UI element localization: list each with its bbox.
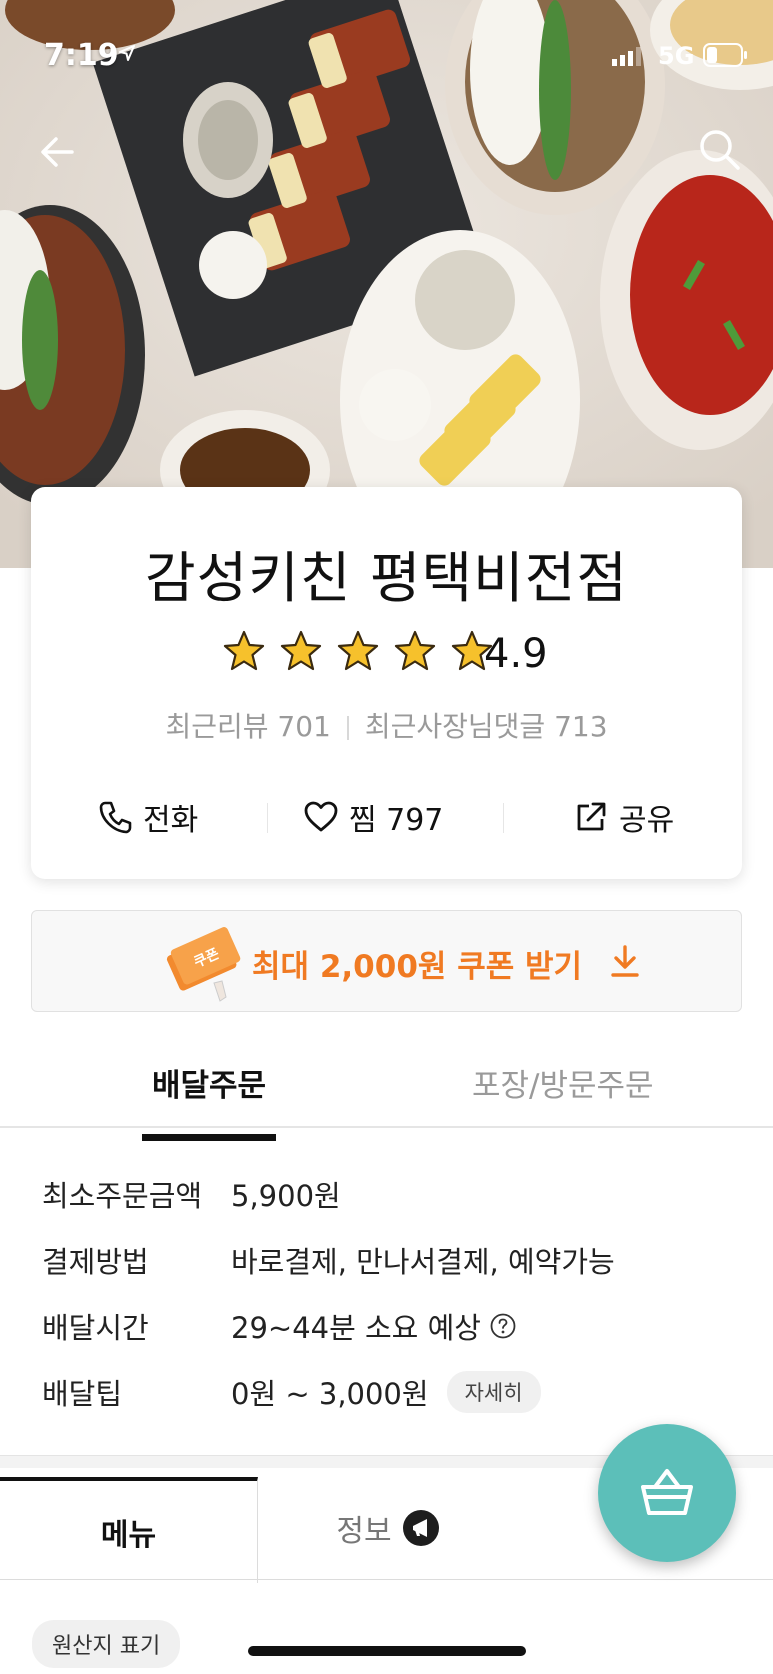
cart-button[interactable] bbox=[598, 1424, 736, 1562]
delivery-tip-row: 배달팁 0원 ~ 3,000원 자세히 bbox=[42, 1368, 541, 1416]
owner-replies-link[interactable]: 최근사장님댓글 713 bbox=[365, 710, 608, 743]
share-label: 공유 bbox=[619, 803, 675, 838]
phone-icon bbox=[99, 801, 132, 834]
delivery-time-value-wrap: 29~44분 소요 예상 bbox=[231, 1305, 517, 1347]
payment-value: 바로결제, 만나서결제, 예약가능 bbox=[231, 1245, 615, 1279]
share-icon bbox=[577, 802, 606, 831]
min-order-key: 최소주문금액 bbox=[42, 1179, 203, 1213]
coupon-label: 최대 2,000원 쿠폰 받기 bbox=[252, 949, 583, 985]
active-tab-indicator bbox=[142, 1134, 277, 1141]
tab-info[interactable]: 정보 bbox=[258, 1477, 518, 1579]
tab-menu[interactable]: 메뉴 bbox=[0, 1477, 258, 1583]
basket-icon bbox=[641, 1469, 693, 1515]
back-button[interactable] bbox=[34, 128, 82, 176]
min-order-value: 5,900원 bbox=[231, 1179, 341, 1213]
help-icon[interactable] bbox=[489, 1312, 517, 1340]
call-button[interactable]: 전화 bbox=[97, 789, 198, 845]
signal-icon bbox=[612, 47, 641, 66]
review-summary: 최근리뷰 701 최근사장님댓글 713 bbox=[31, 705, 742, 745]
megaphone-icon bbox=[402, 1510, 439, 1546]
share-button[interactable]: 공유 bbox=[573, 789, 674, 845]
coupon-banner[interactable]: 쿠폰 최대 2,000원 쿠폰 받기 bbox=[31, 910, 742, 1012]
heart-icon bbox=[304, 801, 338, 832]
payment-key: 결제방법 bbox=[42, 1245, 149, 1279]
delivery-time-row: 배달시간 29~44분 소요 예상 bbox=[42, 1302, 517, 1350]
search-icon bbox=[700, 130, 740, 170]
tab-delivery-label: 배달주문 bbox=[152, 1068, 267, 1104]
origin-label-chip[interactable]: 원산지 표기 bbox=[32, 1620, 181, 1668]
favorite-label: 찜 797 bbox=[349, 803, 444, 838]
search-button[interactable] bbox=[694, 124, 746, 176]
payment-row: 결제방법 바로결제, 만나서결제, 예약가능 bbox=[42, 1236, 615, 1284]
home-indicator bbox=[248, 1646, 526, 1656]
store-info-card: 감성키친 평택비전점 4.9 최근리뷰 701 최근사장님댓글 713 전화 찜 … bbox=[31, 487, 742, 879]
star-icon bbox=[394, 630, 436, 671]
min-order-row: 최소주문금액 5,900원 bbox=[42, 1170, 341, 1218]
tab-pickup-label: 포장/방문주문 bbox=[472, 1068, 654, 1104]
divider bbox=[503, 803, 504, 833]
download-arrow-icon bbox=[611, 945, 639, 977]
coupon-ticket-icon: 쿠폰 bbox=[166, 927, 241, 1002]
order-type-tabs: 배달주문 포장/방문주문 bbox=[0, 1032, 773, 1141]
recent-reviews-link[interactable]: 최근리뷰 701 bbox=[165, 710, 330, 743]
store-actions: 전화 찜 797 공유 bbox=[31, 789, 742, 845]
delivery-tip-key: 배달팁 bbox=[42, 1377, 123, 1411]
star-icon bbox=[280, 630, 322, 671]
network-type: 5G bbox=[658, 42, 695, 70]
location-arrow-icon bbox=[119, 45, 135, 61]
status-time: 7:19 bbox=[44, 38, 119, 73]
tab-info-label: 정보 bbox=[336, 1514, 392, 1549]
tab-pickup[interactable]: 포장/방문주문 bbox=[472, 1060, 654, 1105]
delivery-tip-value-wrap: 0원 ~ 3,000원 자세히 bbox=[231, 1371, 541, 1413]
call-label: 전화 bbox=[143, 803, 199, 838]
divider bbox=[346, 716, 349, 740]
star-icon bbox=[223, 630, 265, 671]
tip-detail-button[interactable]: 자세히 bbox=[446, 1371, 541, 1413]
divider bbox=[267, 803, 268, 833]
status-bar: 7:19 5G bbox=[0, 0, 773, 110]
store-name: 감성키친 평택비전점 bbox=[145, 546, 628, 610]
tab-menu-label: 메뉴 bbox=[100, 1518, 157, 1553]
tab-delivery[interactable]: 배달주문 bbox=[142, 1060, 277, 1141]
battery-icon bbox=[703, 43, 747, 67]
back-arrow-icon bbox=[41, 137, 74, 167]
delivery-time-key: 배달시간 bbox=[42, 1311, 149, 1345]
rating-value: 4.9 bbox=[484, 631, 548, 677]
favorite-button[interactable]: 찜 797 bbox=[303, 789, 443, 845]
delivery-tip-value: 0원 ~ 3,000원 bbox=[231, 1377, 429, 1411]
delivery-time-value: 29~44분 소요 예상 bbox=[231, 1311, 481, 1345]
star-icon bbox=[337, 630, 379, 671]
